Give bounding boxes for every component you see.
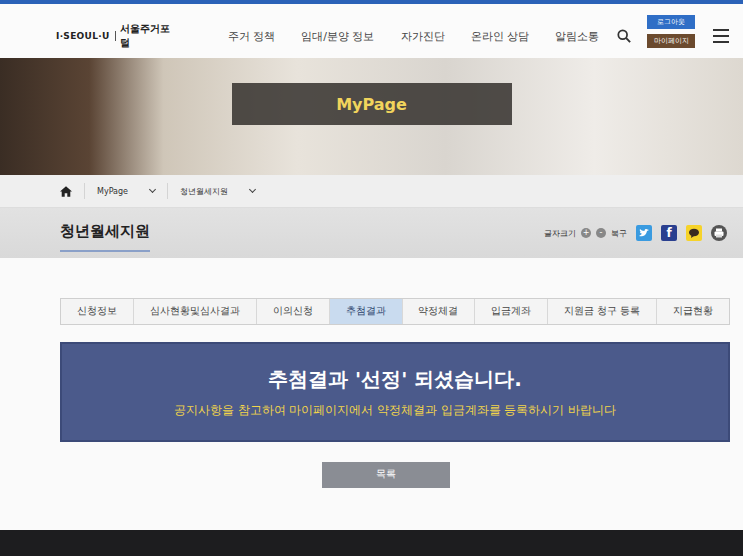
breadcrumb-item[interactable]: 청년월세지원	[167, 183, 267, 199]
banner-title: MyPage	[336, 95, 407, 114]
mypage-button[interactable]: 마이페이지	[647, 34, 695, 48]
page: I·SEOUL·U 서울주거포털 주거 정책 임대/분양 정보 자가진단 온라인 상담 알림…	[0, 0, 743, 556]
breadcrumb: MyPage 청년월세지원	[0, 175, 743, 208]
nav-item[interactable]: 임대/분양 정보	[301, 29, 374, 44]
font-size-label: 글자크기	[544, 228, 576, 239]
font-minus-button[interactable]: -	[596, 228, 606, 238]
tab[interactable]: 심사현황및심사결과	[134, 299, 257, 324]
nav-item[interactable]: 주거 정책	[228, 29, 276, 44]
screen-bezel	[0, 530, 743, 556]
logo-text: I·SEOUL·U	[56, 31, 110, 41]
search-icon[interactable]	[617, 29, 631, 43]
breadcrumb-label: 청년월세지원	[180, 186, 228, 197]
title-band: 청년월세지원 글자크기 +-복구 f	[0, 208, 743, 258]
facebook-icon[interactable]: f	[661, 225, 677, 241]
tab[interactable]: 신청정보	[61, 299, 134, 324]
tab[interactable]: 지원금 청구 등록	[548, 299, 657, 324]
font-reset-button[interactable]: 복구	[611, 228, 627, 239]
list-button[interactable]: 목록	[322, 462, 450, 488]
notice-message: 공지사항을 참고하여 마이페이지에서 약정체결과 입금계좌를 등록하시기 바랍니…	[174, 403, 616, 418]
kakao-icon[interactable]	[686, 225, 702, 241]
result-notice: 추첨결과 '선정' 되셨습니다. 공지사항을 참고하여 마이페이지에서 약정체결과…	[60, 342, 730, 442]
site-logo[interactable]: I·SEOUL·U 서울주거포털	[56, 22, 178, 50]
tab[interactable]: 약정체결	[403, 299, 476, 324]
logo-divider	[115, 31, 116, 41]
logout-button[interactable]: 로그아웃	[647, 15, 695, 29]
site-name: 서울주거포털	[120, 22, 177, 50]
content: 신청정보심사현황및심사결과이의신청추첨결과약정체결입금계좌지원금 청구 등록지급…	[0, 258, 743, 530]
breadcrumb-label: MyPage	[97, 187, 128, 196]
nav-item[interactable]: 자가진단	[401, 29, 445, 44]
notice-title: 추첨결과 '선정' 되셨습니다.	[268, 366, 522, 393]
banner: MyPage	[0, 58, 743, 175]
breadcrumb-item[interactable]: MyPage	[84, 183, 167, 199]
chevron-icon	[149, 186, 156, 193]
tab[interactable]: 입금계좌	[475, 299, 548, 324]
tab[interactable]: 지급현황	[657, 299, 729, 324]
twitter-icon[interactable]	[636, 225, 652, 241]
banner-title-box: MyPage	[232, 83, 512, 125]
chevron-icon	[249, 186, 256, 193]
page-title: 청년월세지원	[60, 214, 150, 252]
print-icon[interactable]	[711, 225, 727, 241]
tab[interactable]: 추첨결과	[330, 299, 403, 324]
tab[interactable]: 이의신청	[257, 299, 330, 324]
main-nav: 주거 정책 임대/분양 정보 자가진단 온라인 상담 알림소통	[228, 29, 599, 44]
nav-item[interactable]: 알림소통	[555, 29, 599, 44]
site-header: I·SEOUL·U 서울주거포털 주거 정책 임대/분양 정보 자가진단 온라인 상담 알림…	[0, 0, 743, 58]
page-tools: 글자크기 +-복구 f	[544, 225, 727, 241]
tab-bar: 신청정보심사현황및심사결과이의신청추첨결과약정체결입금계좌지원금 청구 등록지급…	[60, 298, 730, 325]
button-row: 목록	[60, 462, 730, 488]
font-plus-button[interactable]: +	[581, 228, 591, 238]
user-buttons: 로그아웃마이페이지	[647, 15, 695, 48]
menu-icon[interactable]	[713, 29, 729, 43]
nav-item[interactable]: 온라인 상담	[471, 29, 530, 44]
home-icon[interactable]	[60, 186, 72, 197]
